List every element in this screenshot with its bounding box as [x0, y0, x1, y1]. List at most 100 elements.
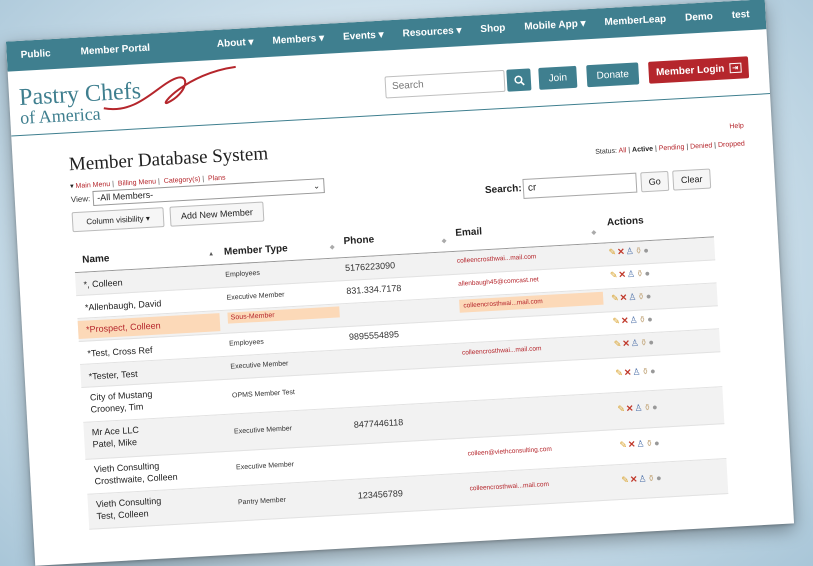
- cell-email[interactable]: colleencrosthwai...mail.com: [457, 253, 537, 264]
- name-line1: *Test, Cross Ref: [87, 344, 153, 359]
- link-categories[interactable]: Category(s): [164, 176, 201, 185]
- cell-name[interactable]: *, Colleen: [83, 276, 123, 290]
- cell-name[interactable]: Mr Ace LLC Patel, Mike: [92, 424, 140, 451]
- db-search-input[interactable]: cr: [522, 172, 638, 199]
- nav-events[interactable]: Events ▾: [343, 30, 384, 43]
- cell-name[interactable]: Vieth Consulting Crosthwaite, Colleen: [94, 459, 178, 488]
- row-actions: ✎✕♙⚱●: [621, 473, 663, 486]
- status-active[interactable]: Active: [632, 146, 653, 154]
- cell-email[interactable]: allenbaugh45@comcast.net: [458, 276, 539, 287]
- nav-mobile-app[interactable]: Mobile App ▾: [524, 18, 586, 32]
- db-search-label: Search:: [484, 183, 522, 197]
- cell-member-type: Executive Member: [226, 291, 285, 302]
- gear-icon[interactable]: ●: [654, 438, 661, 448]
- site-logo[interactable]: Pastry Chefs of America: [18, 65, 236, 129]
- nav-demo[interactable]: Demo: [685, 11, 713, 24]
- status-denied[interactable]: Denied: [690, 142, 713, 150]
- gear-icon[interactable]: ●: [652, 402, 659, 412]
- column-visibility-button[interactable]: Column visibility ▾: [71, 207, 165, 233]
- cell-email[interactable]: colleencrosthwai...mail.com: [462, 345, 542, 356]
- gear-icon[interactable]: ●: [648, 337, 655, 347]
- header-member-type[interactable]: Member Type: [224, 243, 288, 258]
- header-phone[interactable]: Phone: [343, 234, 374, 247]
- logo-swoosh-icon: [103, 65, 236, 111]
- gear-icon[interactable]: ●: [656, 473, 663, 483]
- view-label: View:: [70, 194, 91, 205]
- nav-members[interactable]: Members ▾: [272, 33, 324, 47]
- name-line1: *, Colleen: [83, 277, 123, 290]
- gear-icon[interactable]: ●: [643, 245, 650, 255]
- login-icon: ⇥: [729, 62, 742, 74]
- page-title: Member Database System: [68, 143, 269, 176]
- cell-email[interactable]: colleen@viethconsulting.com: [467, 446, 552, 458]
- name-line1: *Tester, Test: [88, 368, 138, 382]
- caret-down-icon: ▾: [69, 183, 74, 191]
- status-dropped[interactable]: Dropped: [718, 141, 745, 149]
- member-login-button[interactable]: Member Login ⇥: [648, 56, 750, 84]
- header-actions: Actions: [606, 215, 644, 229]
- join-button[interactable]: Join: [538, 65, 578, 90]
- add-new-member-button[interactable]: Add New Member: [169, 201, 265, 227]
- nav-about[interactable]: About ▾: [217, 37, 254, 50]
- nav-public[interactable]: Public: [20, 48, 51, 61]
- cell-member-type: OPMS Member Test: [231, 389, 296, 400]
- cell-phone: 8477446118: [353, 417, 404, 430]
- link-plans[interactable]: Plans: [208, 175, 226, 183]
- cell-member-type: Executive Member: [235, 461, 295, 472]
- row-actions: ✎✕♙⚱●: [617, 402, 659, 415]
- chevron-down-icon: ⌄: [312, 181, 321, 191]
- clear-button[interactable]: Clear: [672, 168, 712, 191]
- site-search-button[interactable]: [506, 68, 532, 92]
- member-login-label: Member Login: [655, 63, 725, 78]
- row-actions: ✎✕♙⚱●: [613, 337, 655, 350]
- row-actions: ✎✕♙⚱●: [619, 438, 661, 451]
- site-search-input[interactable]: Search: [384, 69, 506, 99]
- help-link[interactable]: Help: [729, 123, 744, 131]
- cell-member-type: Pantry Member: [237, 496, 287, 507]
- cell-member-type: Executive Member: [233, 425, 293, 436]
- name-line2: Crooney, Tim: [90, 401, 144, 415]
- cell-name[interactable]: *Test, Cross Ref: [87, 344, 153, 360]
- name-line1: *Allenbaugh, David: [84, 298, 162, 313]
- nav-member-portal[interactable]: Member Portal: [80, 43, 150, 58]
- cell-name[interactable]: *Allenbaugh, David: [85, 297, 162, 313]
- search-icon: [513, 75, 525, 85]
- cell-phone: 831.334.7178: [346, 282, 402, 296]
- member-table: Name ▲ Member Type ◆ Phone ◆ Email ◆ Act…: [73, 206, 729, 530]
- nav-resources[interactable]: Resources ▾: [402, 25, 461, 39]
- status-pending[interactable]: Pending: [659, 144, 685, 152]
- row-actions: ✎✕♙⚱●: [615, 366, 657, 379]
- cell-name[interactable]: City of Mustang Crooney, Tim: [90, 388, 154, 415]
- nav-memberleap[interactable]: MemberLeap: [604, 14, 666, 28]
- link-billing-menu[interactable]: Billing Menu: [118, 178, 156, 187]
- row-actions: ✎✕♙⚱●: [608, 245, 650, 258]
- status-filter: Status: All | Active | Pending | Denied …: [595, 140, 746, 156]
- cell-name[interactable]: Vieth Consulting Test, Colleen: [96, 495, 163, 523]
- sort-asc-icon: ▲: [207, 251, 215, 258]
- row-actions: ✎✕♙⚱●: [611, 291, 653, 304]
- gear-icon[interactable]: ●: [647, 314, 654, 324]
- cell-name[interactable]: *Tester, Test: [88, 368, 137, 383]
- gear-icon[interactable]: ●: [644, 268, 651, 278]
- link-main-menu[interactable]: Main Menu: [75, 181, 110, 190]
- name-line2: Test, Colleen: [96, 508, 149, 522]
- cell-member-type: Employees: [228, 338, 264, 348]
- cell-phone: 123456789: [357, 488, 404, 501]
- sort-icon: ◆: [591, 229, 597, 237]
- header-email[interactable]: Email: [455, 226, 482, 238]
- status-all[interactable]: All: [618, 147, 626, 154]
- nav-test[interactable]: test: [732, 9, 750, 21]
- cell-member-type: Sous-Member: [227, 306, 340, 324]
- header-name[interactable]: Name: [82, 253, 110, 266]
- browser-page: Public Member Portal About ▾ Members ▾ E…: [5, 0, 795, 566]
- status-label: Status:: [595, 147, 618, 156]
- donate-button[interactable]: Donate: [586, 62, 640, 88]
- site-search: Search: [384, 68, 532, 99]
- go-button[interactable]: Go: [640, 170, 670, 193]
- gear-icon[interactable]: ●: [650, 366, 657, 376]
- cell-email[interactable]: colleencrosthwai...mail.com: [469, 481, 549, 492]
- row-actions: ✎✕♙⚱●: [610, 268, 652, 281]
- gear-icon[interactable]: ●: [646, 291, 653, 301]
- nav-shop[interactable]: Shop: [480, 23, 506, 35]
- cell-member-type: Employees: [225, 269, 261, 279]
